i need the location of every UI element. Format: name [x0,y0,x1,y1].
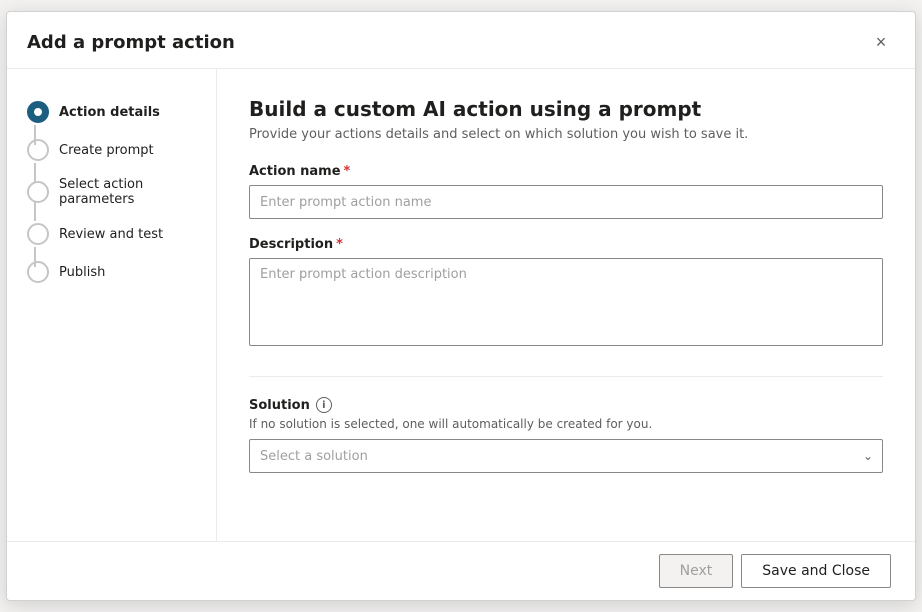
step-label-action-details: Action details [59,105,160,120]
add-prompt-action-modal: Add a prompt action × Action details Cre… [6,11,916,601]
step-circle-review-and-test [27,223,49,245]
modal-footer: Next Save and Close [7,541,915,600]
next-button[interactable]: Next [659,554,734,588]
content-title: Build a custom AI action using a prompt [249,97,883,121]
step-label-select-action-parameters: Select action parameters [59,177,196,207]
step-circle-create-prompt [27,139,49,161]
modal-body: Action details Create prompt Select acti… [7,69,915,541]
main-content: Build a custom AI action using a prompt … [217,69,915,541]
solution-select[interactable]: Select a solution [249,439,883,473]
sidebar-item-publish[interactable]: Publish [23,253,200,291]
step-label-review-and-test: Review and test [59,227,163,242]
step-circle-select-action-parameters [27,181,49,203]
description-field-group: Description * [249,237,883,350]
solution-label: Solution i [249,397,883,413]
solution-hint: If no solution is selected, one will aut… [249,417,883,431]
action-name-label: Action name * [249,164,883,179]
step-label-create-prompt: Create prompt [59,143,154,158]
section-divider [249,376,883,377]
solution-select-wrapper: Select a solution ⌄ [249,439,883,473]
close-button[interactable]: × [867,28,895,56]
sidebar-item-action-details[interactable]: Action details [23,93,200,131]
action-name-field-group: Action name * [249,164,883,219]
modal-title: Add a prompt action [27,32,235,53]
sidebar-item-review-and-test[interactable]: Review and test [23,215,200,253]
content-subtitle: Provide your actions details and select … [249,127,883,142]
action-name-required-star: * [344,164,351,179]
description-input[interactable] [249,258,883,346]
sidebar-item-create-prompt[interactable]: Create prompt [23,131,200,169]
step-circle-action-details [27,101,49,123]
modal-header: Add a prompt action × [7,12,915,69]
action-name-input[interactable] [249,185,883,219]
solution-info-icon[interactable]: i [316,397,332,413]
close-icon: × [876,32,887,53]
step-label-publish: Publish [59,265,105,280]
solution-field-group: Solution i If no solution is selected, o… [249,397,883,473]
save-close-button[interactable]: Save and Close [741,554,891,588]
sidebar-item-select-action-parameters[interactable]: Select action parameters [23,169,200,215]
description-required-star: * [336,237,343,252]
sidebar: Action details Create prompt Select acti… [7,69,217,541]
step-circle-publish [27,261,49,283]
description-label: Description * [249,237,883,252]
